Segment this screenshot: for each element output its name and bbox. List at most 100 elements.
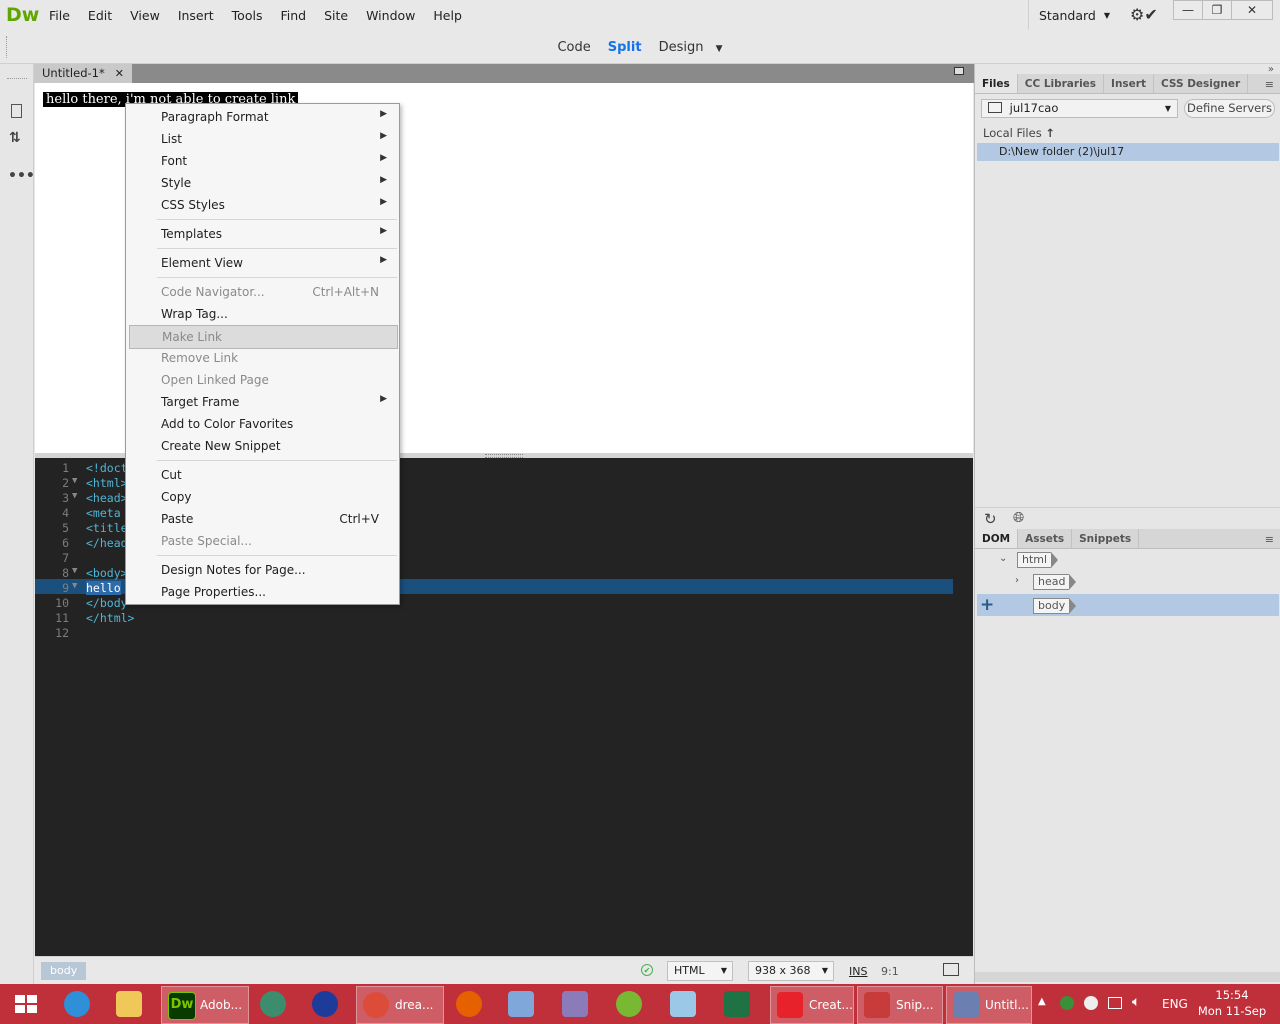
local-files-header[interactable]: Local Files ↑ (983, 126, 1055, 140)
network-icon[interactable] (252, 986, 296, 1022)
menu-item-code-navigator[interactable]: Code Navigator... Ctrl+Alt+N (129, 281, 396, 303)
menu-item-target-frame[interactable]: Target Frame ▶ (129, 391, 396, 413)
file-explorer-icon[interactable] (108, 986, 152, 1022)
tab-insert[interactable]: Insert (1104, 74, 1154, 93)
preview-icon[interactable] (943, 963, 959, 976)
menu-window[interactable]: Window (357, 8, 424, 23)
close-button[interactable]: ✕ (1231, 0, 1273, 20)
menu-item-cut[interactable]: Cut (129, 464, 396, 486)
menu-item-copy[interactable]: Copy (129, 486, 396, 508)
gear-icon[interactable]: ⚙✔ (1130, 5, 1158, 24)
menu-item-css-styles[interactable]: CSS Styles ▶ (129, 194, 396, 216)
split-view-button[interactable]: Split (608, 40, 642, 55)
tag-selector[interactable]: body (41, 962, 87, 980)
menu-item-add-to-color-favorites[interactable]: Add to Color Favorites (129, 413, 396, 435)
language-indicator[interactable]: ENG (1162, 997, 1188, 1011)
menu-item-paste[interactable]: Paste Ctrl+V (129, 508, 396, 530)
tray-icon[interactable] (1084, 996, 1098, 1010)
panel-menu-icon[interactable]: ≡ (1265, 533, 1274, 546)
taskbar-chrome[interactable]: drea... (356, 986, 444, 1024)
insert-mode[interactable]: INS (849, 965, 867, 978)
doc-type-select[interactable]: HTML ▼ (667, 961, 733, 981)
notepad-icon[interactable] (662, 986, 706, 1022)
sort-icon[interactable]: ⇅ (9, 130, 21, 146)
menu-site[interactable]: Site (315, 8, 357, 23)
menu-item-paragraph-format[interactable]: Paragraph Format ▶ (129, 106, 396, 128)
code-line[interactable]: 12 (35, 626, 973, 641)
define-servers-button[interactable]: Define Servers (1184, 99, 1275, 118)
document-tab[interactable]: Untitled-1* ✕ (34, 64, 132, 83)
maximize-button[interactable]: ❐ (1202, 0, 1232, 20)
menu-item-create-new-snippet[interactable]: Create New Snippet (129, 435, 396, 457)
menu-item-font[interactable]: Font ▶ (129, 150, 396, 172)
menu-item-style[interactable]: Style ▶ (129, 172, 396, 194)
close-icon[interactable]: ✕ (115, 64, 124, 83)
tab-files[interactable]: Files (975, 74, 1018, 93)
panel-scrollbar[interactable] (975, 972, 1280, 982)
menu-item-list[interactable]: List ▶ (129, 128, 396, 150)
tab-snippets[interactable]: Snippets (1072, 529, 1140, 548)
start-button[interactable] (6, 986, 46, 1022)
tray-expand-icon[interactable]: ▲ (1038, 996, 1046, 1007)
menu-item-make-link[interactable]: Make Link (129, 325, 398, 349)
fold-icon[interactable]: ▼ (72, 491, 77, 501)
code-view-button[interactable]: Code (557, 40, 590, 55)
design-view-button[interactable]: Design ▼ (659, 40, 723, 55)
menu-item-element-view[interactable]: Element View ▶ (129, 252, 396, 274)
minimize-button[interactable]: — (1173, 0, 1203, 20)
fold-icon[interactable]: ▼ (72, 566, 77, 576)
menu-item-design-notes-for-page[interactable]: Design Notes for Page... (129, 559, 396, 581)
chevron-down-icon[interactable]: ⌄ (999, 553, 1007, 564)
clock[interactable]: 15:54 Mon 11-Sep (1194, 987, 1270, 1019)
tab-cc-libraries[interactable]: CC Libraries (1018, 74, 1105, 93)
panel-menu-icon[interactable]: ≡ (1265, 78, 1274, 91)
workspace-switcher[interactable]: Standard ▼ (1028, 0, 1120, 30)
menu-tools[interactable]: Tools (223, 8, 272, 23)
app-icon[interactable] (554, 986, 598, 1022)
taskbar-paint[interactable]: Untitl... (946, 986, 1032, 1024)
menu-find[interactable]: Find (271, 8, 315, 23)
code-line[interactable]: 11 </html> (35, 611, 973, 626)
menu-item-wrap-tag[interactable]: Wrap Tag... (129, 303, 396, 325)
menu-help[interactable]: Help (424, 8, 471, 23)
dom-node-head[interactable]: head (1033, 574, 1078, 590)
menu-item-page-properties[interactable]: Page Properties... (129, 581, 396, 603)
firefox-icon[interactable] (448, 986, 492, 1022)
refresh-icon[interactable]: ↻ (984, 510, 997, 528)
more-icon[interactable]: ••• (8, 168, 35, 184)
menu-item-remove-link[interactable]: Remove Link (129, 347, 396, 369)
restore-icon[interactable] (954, 67, 964, 75)
calculator-icon[interactable] (500, 986, 544, 1022)
network-tray-icon[interactable] (1108, 997, 1122, 1009)
menu-item-paste-special[interactable]: Paste Special... (129, 530, 396, 552)
tab-css-designer[interactable]: CSS Designer (1154, 74, 1249, 93)
taskbar-dreamweaver[interactable]: Dw Adob... (161, 986, 249, 1024)
taskbar-creative-cloud[interactable]: Creat... (770, 986, 854, 1024)
utorrent-icon[interactable] (608, 986, 652, 1022)
menu-view[interactable]: View (121, 8, 169, 23)
app-icon[interactable] (304, 986, 348, 1022)
internet-explorer-icon[interactable] (56, 986, 100, 1022)
site-select[interactable]: jul17cao ▼ (981, 99, 1178, 118)
document-icon[interactable] (11, 104, 22, 118)
dom-node-body[interactable]: body (1033, 598, 1077, 614)
tab-dom[interactable]: DOM (975, 529, 1019, 548)
menu-insert[interactable]: Insert (169, 8, 223, 23)
menu-file[interactable]: File (40, 8, 79, 23)
dom-node-html[interactable]: html (1017, 552, 1059, 568)
file-tree-root[interactable]: D:\New folder (2)\jul17 (977, 143, 1279, 161)
fold-icon[interactable]: ▼ (72, 581, 77, 591)
excel-icon[interactable] (716, 986, 760, 1022)
menu-item-open-linked-page[interactable]: Open Linked Page (129, 369, 396, 391)
globe-icon[interactable]: 🌐︎ (1013, 510, 1024, 526)
window-size-select[interactable]: 938 x 368 ▼ (748, 961, 834, 981)
add-element-icon[interactable]: + (980, 595, 994, 615)
chevron-right-icon[interactable]: › (1015, 575, 1019, 586)
menu-item-templates[interactable]: Templates ▶ (129, 223, 396, 245)
menu-edit[interactable]: Edit (79, 8, 121, 23)
fold-icon[interactable]: ▼ (72, 476, 77, 486)
taskbar-snipping-tool[interactable]: Snip... (857, 986, 943, 1024)
volume-icon[interactable]: 🔈︎ (1132, 994, 1140, 1010)
tray-icon[interactable] (1060, 996, 1074, 1010)
tab-assets[interactable]: Assets (1018, 529, 1073, 548)
